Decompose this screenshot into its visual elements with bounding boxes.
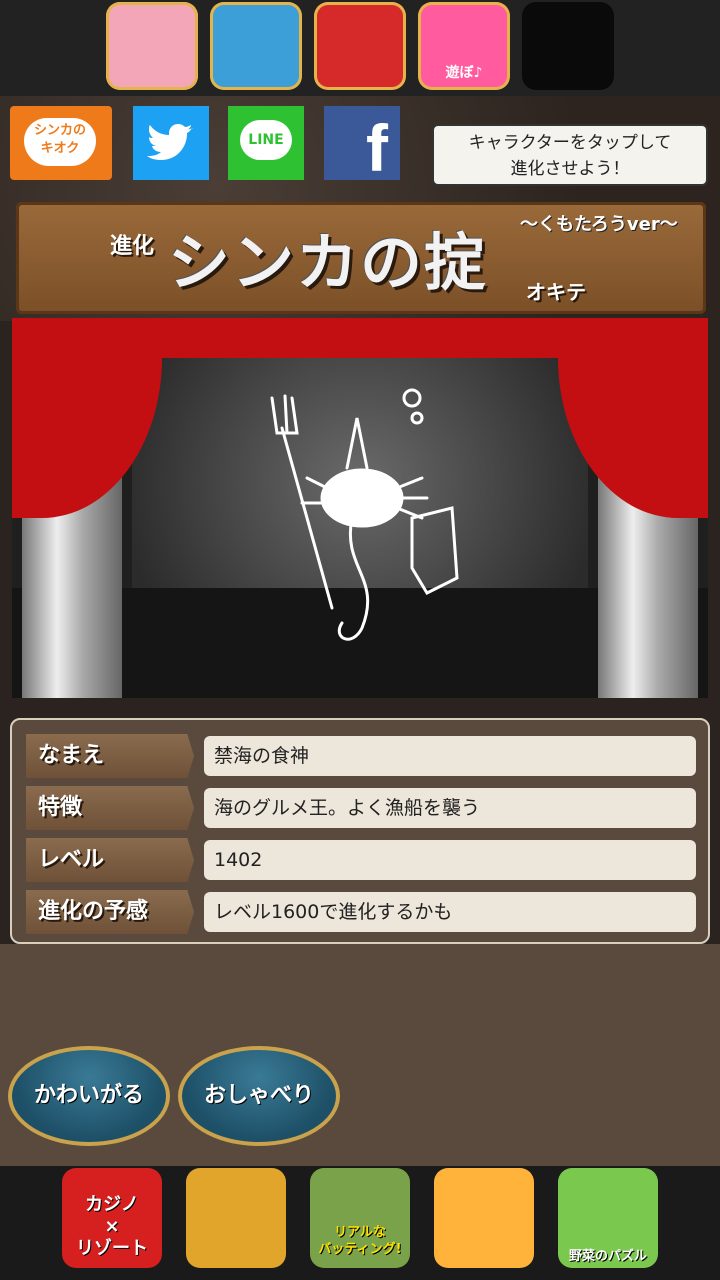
app-dragon-tile[interactable] [186, 1168, 286, 1268]
line-share-button[interactable]: LINE [228, 106, 304, 180]
app-red-dragon-tile[interactable] [314, 2, 406, 90]
name-value: 禁海の食神 [204, 736, 696, 776]
app-asobo-label: 遊ぼ♪ [445, 65, 483, 81]
app-asobo-tile[interactable]: 遊ぼ♪ [418, 2, 510, 90]
info-row-evolution: 進化の予感 レベル1600で進化するかも [26, 890, 698, 934]
facebook-f-icon: f [366, 111, 388, 185]
app-batting-label: リアルな バッティング! [318, 1225, 402, 1257]
app-batting-tile[interactable]: リアルな バッティング! [310, 1168, 410, 1268]
title-prefix: 進化 [110, 234, 155, 259]
info-row-level: レベル 1402 [26, 838, 698, 882]
app-veggie-label: 野菜のパズル [568, 1249, 647, 1264]
app-casino-tile[interactable]: カジノ × リゾート [62, 1168, 162, 1268]
line-bubble-icon: LINE [240, 120, 292, 160]
title-okite: オキテ [526, 280, 586, 304]
character-info-panel: なまえ 禁海の食神 特徴 海のグルメ王。よく漁船を襲う レベル 1402 進化の… [10, 718, 710, 944]
talk-button[interactable]: おしゃべり [178, 1046, 340, 1146]
line-label: LINE [248, 132, 284, 148]
feature-label: 特徴 [26, 786, 194, 830]
app-casino-label: カジノ × リゾート [76, 1194, 148, 1259]
twitter-bird-icon [147, 124, 193, 160]
twitter-share-button[interactable] [133, 106, 209, 180]
level-label: レベル [26, 838, 194, 882]
info-row-feature: 特徴 海のグルメ王。よく漁船を襲う [26, 786, 698, 830]
title-version: 〜くもたろうver〜 [520, 214, 678, 235]
memory-button[interactable]: シンカの キオク [10, 106, 112, 180]
top-curtain [12, 318, 708, 358]
page-title: シンカの掟 [168, 226, 489, 299]
evolution-label: 進化の予感 [26, 890, 194, 934]
app-veggie-tile[interactable]: 野菜のパズル [558, 1168, 658, 1268]
evolution-value: レベル1600で進化するかも [204, 892, 696, 932]
app-princess-tile[interactable] [106, 2, 198, 90]
feature-value: 海のグルメ王。よく漁船を襲う [204, 788, 696, 828]
facebook-share-button[interactable]: f [324, 106, 400, 185]
memory-label: シンカの キオク [24, 118, 96, 166]
pet-button[interactable]: かわいがる [8, 1046, 170, 1146]
character-stage [12, 318, 708, 698]
app-jelly-tile[interactable] [522, 2, 614, 90]
name-label: なまえ [26, 734, 194, 778]
level-value: 1402 [204, 840, 696, 880]
info-row-name: なまえ 禁海の食神 [26, 734, 698, 778]
app-panda-bubble-tile[interactable] [210, 2, 302, 90]
tip-speech-bubble: キャラクターをタップして 進化させよう！ [432, 124, 708, 186]
app-knight-tile[interactable] [434, 1168, 534, 1268]
character-creature[interactable] [252, 378, 472, 658]
